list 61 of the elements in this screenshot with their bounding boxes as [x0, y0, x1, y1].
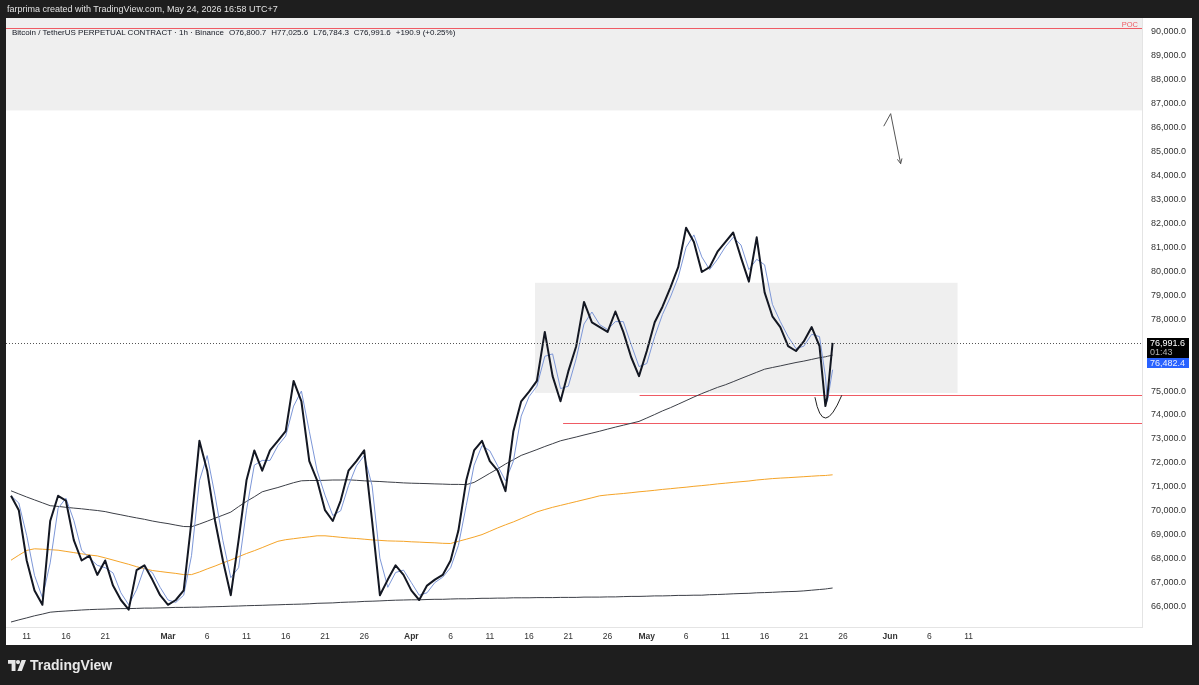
hand-drawn-arrow	[883, 113, 903, 165]
date-label: 16	[524, 631, 534, 642]
price-label: 89,000.0	[1150, 49, 1186, 61]
hand-drawn-curve	[814, 394, 843, 419]
date-label: 6	[683, 631, 689, 642]
price-label: 85,000.0	[1150, 145, 1186, 157]
price-label: 73,000.0	[1150, 432, 1186, 444]
price-label: 80,000.0	[1150, 265, 1186, 277]
price-label: 86,000.0	[1150, 121, 1186, 133]
date-label: 6	[448, 631, 453, 642]
price-label: 87,000.0	[1150, 97, 1186, 109]
last-price: 76,991.6	[1150, 339, 1186, 348]
logo-icon	[8, 659, 26, 671]
date-label: 26	[838, 631, 848, 642]
ohlc-value: C76,991.6	[353, 28, 391, 38]
date-label: 21	[320, 631, 330, 642]
ohlc-value: +190.9 (+0.25%)	[395, 28, 456, 38]
price-label: 79,000.0	[1150, 289, 1186, 301]
date-label: 21	[100, 631, 110, 642]
price-label: 82,000.0	[1150, 217, 1186, 229]
price-label: 90,000.0	[1150, 25, 1186, 37]
price-label: 66,000.0	[1150, 600, 1186, 612]
date-label: 6	[204, 631, 210, 642]
price-label: 70,000.0	[1150, 504, 1186, 516]
date-label: 11	[720, 631, 730, 642]
price-label: 71,000.0	[1150, 480, 1186, 492]
date-label: 26	[602, 631, 613, 642]
ohlc-value: L76,784.3	[313, 28, 349, 38]
date-label: Apr	[404, 631, 419, 642]
date-label: 11	[485, 631, 495, 642]
price-label: 75,000.0	[1150, 385, 1186, 396]
date-label: 21	[563, 631, 574, 642]
date-label: Jun	[882, 631, 898, 642]
price-label: 69,000.0	[1150, 528, 1186, 540]
price-label: 83,000.0	[1150, 193, 1186, 205]
countdown-timer: 01:43	[1150, 348, 1173, 357]
indicator-price-tag: 76,482.4	[1147, 358, 1189, 368]
price-label: 68,000.0	[1150, 552, 1186, 564]
date-label: 11	[964, 631, 974, 642]
price-label: 74,000.0	[1150, 408, 1186, 420]
date-label: 6	[927, 631, 932, 642]
price-label: 81,000.0	[1150, 241, 1186, 253]
date-label: May	[638, 631, 656, 642]
price-label: 88,000.0	[1150, 73, 1186, 85]
date-label: 16	[759, 631, 770, 642]
price-label: 78,000.0	[1150, 313, 1186, 325]
brand-name: TradingView	[30, 657, 113, 673]
date-label: 16	[281, 631, 291, 642]
ohlc-value: H77,025.6	[271, 28, 309, 38]
date-label: Mar	[160, 631, 176, 642]
price-label: 67,000.0	[1150, 576, 1186, 588]
date-label: 16	[61, 631, 71, 642]
date-label: 11	[22, 631, 32, 642]
price-label: 84,000.0	[1150, 169, 1186, 181]
date-label: 21	[799, 631, 809, 642]
attribution-text: farprima created with TradingView.com, May 24, 2026 16:58 UTC+7	[7, 4, 278, 14]
price-label: 72,000.0	[1150, 456, 1186, 468]
symbol-title: Bitcoin / TetherUS PERPETUAL CONTRACT · 1h · Binance	[12, 28, 224, 38]
date-label: 26	[359, 631, 369, 642]
date-label: 11	[242, 631, 251, 642]
ohlc-value: O76,800.7	[228, 28, 267, 38]
